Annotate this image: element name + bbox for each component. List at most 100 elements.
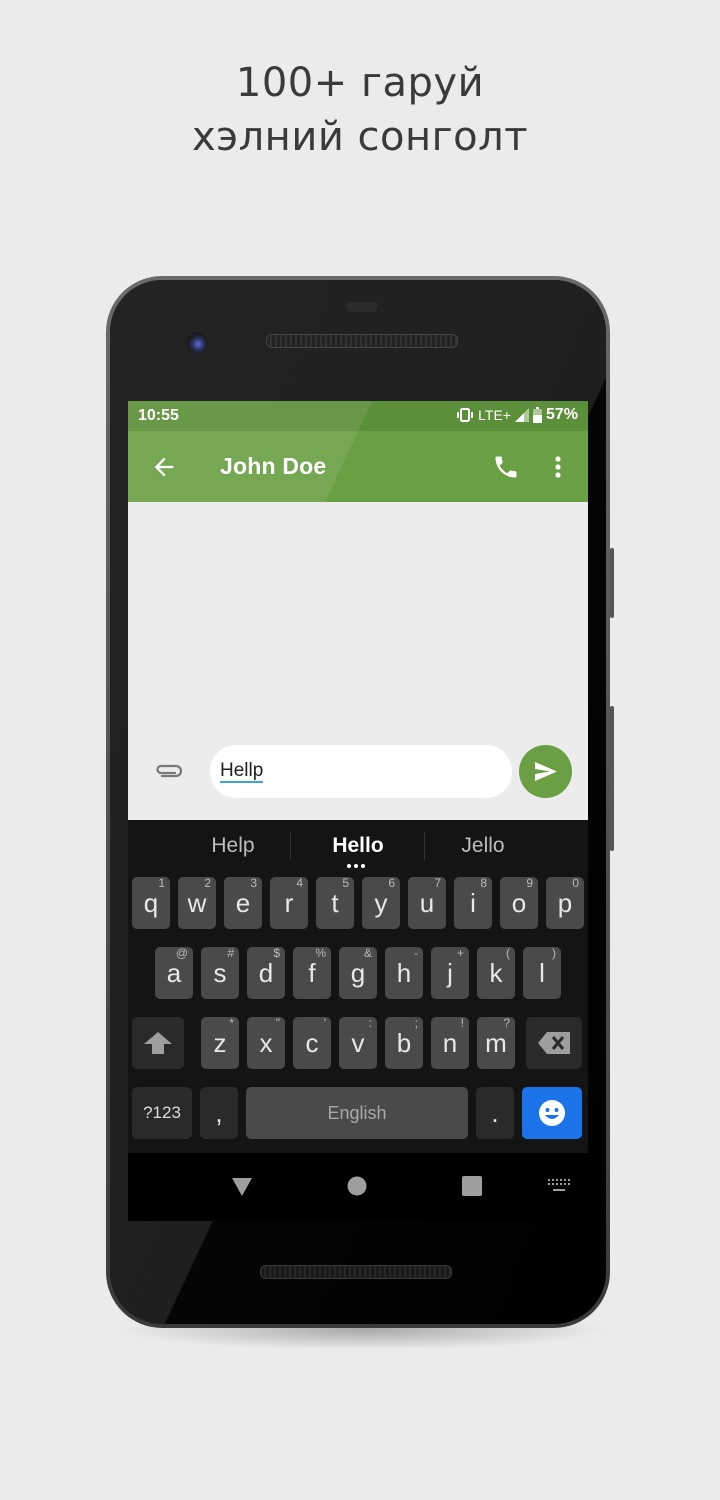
headline: 100+ гаруй хэлний сонголт	[0, 56, 720, 164]
key-hint: 3	[250, 876, 257, 890]
conversation-area: Hellp	[128, 502, 588, 820]
key-label: y	[374, 888, 388, 918]
key-n[interactable]: n!	[431, 1016, 469, 1069]
shift-key[interactable]	[132, 1017, 184, 1069]
suggestion-help[interactable]: Help	[168, 834, 298, 858]
key-g[interactable]: g &	[339, 946, 377, 999]
shift-icon	[144, 1032, 172, 1054]
comma-key[interactable]: ,	[200, 1087, 238, 1139]
key-r[interactable]: r4	[270, 876, 308, 929]
suggestion-strip: Help Hello Jello	[128, 820, 588, 872]
headline-line-2: хэлний сонголт	[191, 114, 529, 160]
key-hint: ;	[414, 1016, 418, 1030]
key-label: q	[143, 888, 159, 918]
phone-screen: 10:55 LTE+ 57% John Doe Hellp Help Hello	[128, 401, 588, 1221]
key-hint: 7	[434, 876, 441, 890]
key-hint: 5	[342, 876, 349, 890]
key-label: g	[350, 958, 366, 988]
key-label: v	[351, 1028, 365, 1058]
key-label: j	[447, 958, 453, 988]
emoji-key[interactable]	[522, 1087, 582, 1139]
backspace-key[interactable]	[526, 1017, 582, 1069]
status-time: 10:55	[138, 407, 179, 424]
key-y[interactable]: y6	[362, 876, 400, 929]
key-hint: )	[552, 946, 556, 960]
key-hint: @	[175, 946, 188, 960]
key-label: w	[187, 888, 207, 918]
key-label: b	[396, 1028, 412, 1058]
send-button[interactable]	[519, 745, 572, 798]
proximity-sensor	[346, 302, 378, 312]
home-circle-icon[interactable]	[347, 1176, 367, 1196]
key-hint: 9	[526, 876, 533, 890]
key-l[interactable]: l)	[523, 946, 561, 999]
key-k[interactable]: k(	[477, 946, 515, 999]
key-hint: %	[315, 946, 326, 960]
key-j[interactable]: j +	[431, 946, 469, 999]
key-a[interactable]: a @	[155, 946, 193, 999]
arrow-left-icon[interactable]	[150, 453, 178, 481]
power-button	[610, 548, 614, 618]
key-label: f	[308, 958, 316, 988]
key-o[interactable]: o9	[500, 876, 538, 929]
key-t[interactable]: t5	[316, 876, 354, 929]
battery-percent: 57%	[545, 406, 578, 423]
key-label: i	[470, 888, 476, 918]
key-p[interactable]: p0	[546, 876, 584, 929]
key-label: t	[331, 888, 339, 918]
key-hint: "	[275, 1016, 280, 1030]
message-input-text: Hellp	[220, 760, 264, 783]
backspace-icon	[538, 1032, 570, 1054]
symbols-key[interactable]: ?123	[132, 1087, 192, 1139]
key-d[interactable]: d $	[247, 946, 285, 999]
key-b[interactable]: b;	[385, 1016, 423, 1069]
signal-icon	[514, 408, 529, 422]
back-triangle-icon[interactable]	[231, 1177, 253, 1197]
key-hint: $	[273, 946, 280, 960]
paperclip-icon[interactable]	[154, 760, 184, 782]
suggestion-hello[interactable]: Hello	[293, 834, 423, 858]
key-v[interactable]: v:	[339, 1016, 377, 1069]
key-hint: 8	[480, 876, 487, 890]
key-label: h	[396, 958, 412, 988]
message-input[interactable]: Hellp	[210, 745, 512, 798]
period-key[interactable]: .	[476, 1087, 514, 1139]
key-h[interactable]: h-	[385, 946, 423, 999]
key-f[interactable]: f%	[293, 946, 331, 999]
key-hint: !	[460, 1016, 464, 1030]
space-bar[interactable]: English	[246, 1087, 468, 1139]
suggestion-jello[interactable]: Jello	[418, 834, 548, 858]
key-label: s	[213, 958, 227, 988]
key-hint: ?	[503, 1016, 510, 1030]
key-label: r	[284, 888, 294, 918]
key-q[interactable]: q1	[132, 876, 170, 929]
volume-button	[610, 706, 614, 851]
phone-icon[interactable]	[492, 453, 520, 481]
keyboard-switch-icon[interactable]	[548, 1179, 570, 1193]
key-hint: 0	[572, 876, 579, 890]
key-hint: 1	[158, 876, 165, 890]
more-vert-icon[interactable]	[548, 453, 568, 481]
bottom-speaker	[260, 1265, 452, 1279]
status-bar: 10:55 LTE+ 57%	[128, 401, 588, 431]
key-w[interactable]: w2	[178, 876, 216, 929]
key-label: z	[213, 1028, 227, 1058]
key-label: x	[259, 1028, 273, 1058]
key-c[interactable]: c '	[293, 1016, 331, 1069]
key-u[interactable]: u7	[408, 876, 446, 929]
key-hint: '	[323, 1016, 326, 1030]
recents-square-icon[interactable]	[462, 1176, 482, 1196]
key-x[interactable]: x "	[247, 1016, 285, 1069]
key-m[interactable]: m?	[477, 1016, 515, 1069]
headline-line-1: 100+ гаруй	[235, 60, 485, 106]
network-type: LTE+	[478, 407, 511, 423]
key-hint: 2	[204, 876, 211, 890]
key-s[interactable]: s #	[201, 946, 239, 999]
key-label: k	[489, 958, 503, 988]
key-e[interactable]: e3	[224, 876, 262, 929]
more-suggestions-dots[interactable]	[347, 864, 365, 868]
key-i[interactable]: i8	[454, 876, 492, 929]
key-z[interactable]: z *	[201, 1016, 239, 1069]
suggestion-divider	[290, 832, 291, 860]
key-hint: -	[414, 946, 418, 960]
